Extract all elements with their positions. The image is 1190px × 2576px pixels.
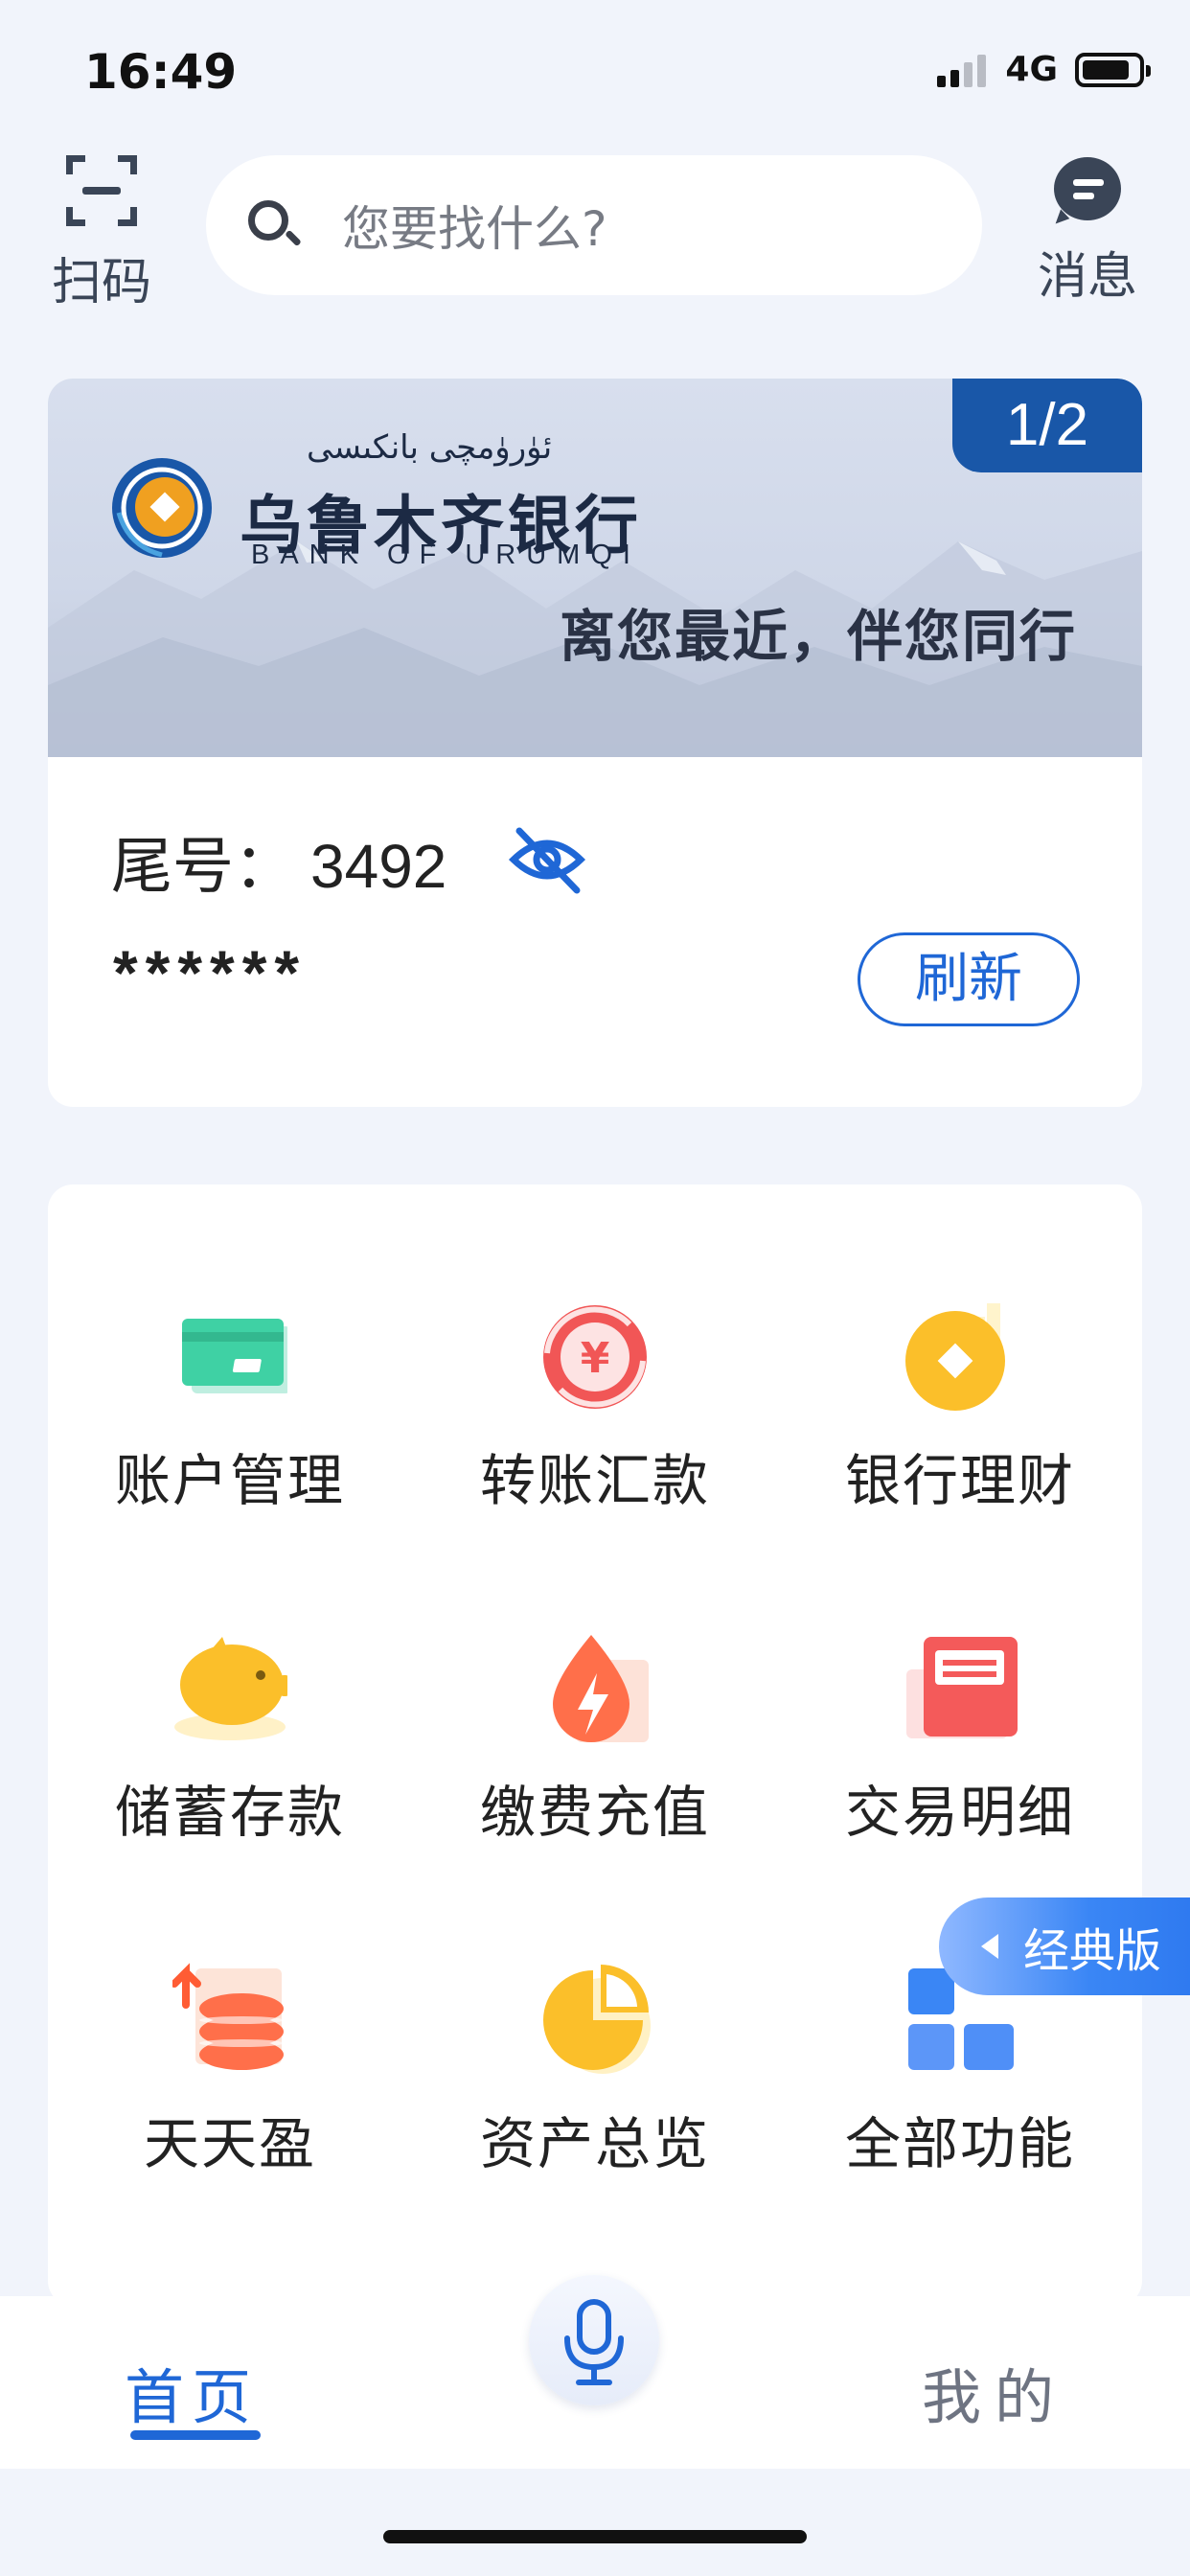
classic-version-button[interactable]: 经典版 [939, 1898, 1190, 1995]
battery-icon [1075, 52, 1151, 87]
status-indicators: 4G [937, 50, 1151, 89]
scan-button[interactable]: 扫码 [46, 155, 157, 313]
top-header: 扫码 您要找什么? 消息 [0, 144, 1190, 326]
svg-text:¥: ¥ [581, 1334, 610, 1383]
message-button[interactable]: 消息 [1025, 157, 1150, 308]
tile-transfer[interactable]: ¥ 转账汇款 [413, 1232, 777, 1520]
tile-label: 银行理财 [844, 1448, 1075, 1513]
search-placeholder: 您要找什么? [342, 201, 607, 257]
bank-logo-icon [112, 458, 212, 558]
tile-label: 转账汇款 [479, 1448, 710, 1513]
tile-label: 天天盈 [143, 2111, 316, 2176]
tile-label: 资产总览 [479, 2111, 710, 2176]
scan-icon [66, 155, 137, 226]
classic-version-label: 经典版 [1023, 1924, 1162, 1978]
tab-home[interactable]: 首页 [125, 2349, 259, 2435]
tile-wealth[interactable]: 银行理财 [778, 1232, 1142, 1520]
piggy-bank-icon [174, 1637, 287, 1740]
tile-label: 全部功能 [844, 2111, 1075, 2176]
home-indicator [383, 2530, 807, 2543]
eye-hidden-icon[interactable] [508, 821, 586, 898]
card-page-indicator: 1/2 [952, 379, 1142, 472]
tile-label: 账户管理 [114, 1448, 345, 1513]
card-icon [182, 1319, 287, 1393]
coin-stack-icon [172, 1963, 284, 2070]
voice-button[interactable] [517, 2264, 671, 2417]
bank-name-english: BANK OF URUMQI [251, 540, 641, 570]
lightning-drop-icon [553, 1635, 649, 1742]
yuan-transfer-icon: ¥ [543, 1305, 647, 1409]
tile-label: 缴费充值 [479, 1780, 710, 1845]
tile-account-management[interactable]: 账户管理 [48, 1232, 412, 1520]
account-number: 尾号： 3492 [111, 817, 446, 906]
bank-slogan: 离您最近，伴您同行 [559, 604, 1077, 669]
account-card[interactable]: ئۈرۈمچى بانكىسى 乌鲁木齐银行 BANK OF URUMQI 离您… [48, 379, 1142, 1107]
chat-bubble-icon [1054, 157, 1121, 220]
scan-label: 扫码 [51, 254, 151, 311]
pie-chart-icon [543, 1965, 651, 2074]
status-time: 16:49 [84, 44, 238, 100]
tab-mine[interactable]: 我的 [922, 2349, 1067, 2435]
refresh-button[interactable]: 刷新 [858, 932, 1080, 1026]
microphone-icon [564, 2299, 624, 2385]
tile-tiantianying[interactable]: 天天盈 [48, 1896, 412, 2183]
coin-wealth-icon [905, 1303, 1005, 1411]
account-label: 尾号： [111, 832, 295, 903]
network-type: 4G [1005, 50, 1058, 89]
tile-transactions[interactable]: 交易明细 [778, 1564, 1142, 1852]
receipt-icon [906, 1637, 1018, 1738]
triangle-left-icon [981, 1934, 998, 1959]
message-label: 消息 [1037, 248, 1137, 306]
tile-label: 储蓄存款 [114, 1780, 345, 1845]
tab-home-indicator [130, 2430, 261, 2440]
tile-asset-overview[interactable]: 资产总览 [413, 1896, 777, 2183]
account-tail: 3492 [310, 832, 447, 901]
search-icon [244, 196, 302, 254]
bank-name-uyghur: ئۈرۈمچى بانكىسى [307, 428, 553, 467]
status-bar: 16:49 4G [0, 0, 1190, 144]
tile-label: 交易明细 [844, 1780, 1075, 1845]
search-bar[interactable]: 您要找什么? [206, 155, 982, 295]
function-grid: 账户管理 ¥ 转账汇款 银行理财 储蓄存款 缴费充值 交易明细 天天盈 资产总览… [48, 1184, 1142, 2306]
signal-icon [937, 53, 987, 87]
tile-savings[interactable]: 储蓄存款 [48, 1564, 412, 1852]
tile-payment[interactable]: 缴费充值 [413, 1564, 777, 1852]
masked-balance: ****** [113, 937, 308, 1008]
